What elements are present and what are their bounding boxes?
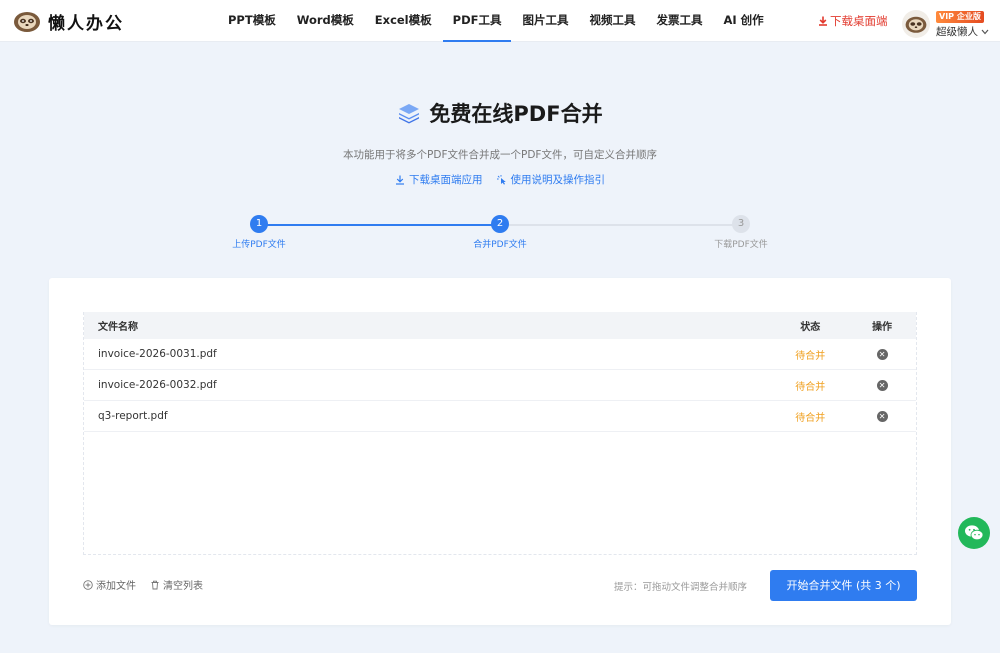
add-file-label: 添加文件 <box>96 581 136 592</box>
top-header: 懒人办公 PPT模板 Word模板 Excel模板 PDF工具 图片工具 视频工… <box>0 0 1000 42</box>
user-name-label: 超级懒人 <box>936 26 978 38</box>
remove-file-icon[interactable]: ✕ <box>876 411 888 422</box>
progress-steps: 1 上传PDF文件 2 合并PDF文件 3 下载PDF文件 <box>0 215 1000 255</box>
file-status: 待合并 <box>795 412 826 424</box>
plus-circle-icon <box>83 579 93 590</box>
table-row[interactable]: invoice-2026-0031.pdf 待合并 ✕ <box>84 339 916 370</box>
nav-excel-templates[interactable]: Excel模板 <box>365 0 442 42</box>
nav-image-tools[interactable]: 图片工具 <box>512 0 578 42</box>
merge-card: 文件名称 状态 操作 invoice-2026-0031.pdf 待合并 ✕ i… <box>49 278 951 625</box>
file-status: 待合并 <box>795 350 826 362</box>
remove-file-icon[interactable]: ✕ <box>876 349 888 360</box>
vip-badge: VIP 企业版 <box>936 11 984 23</box>
download-desktop-label: 下载桌面端 <box>830 14 888 28</box>
logo-text: 懒人办公 <box>48 13 124 34</box>
step-download: 3 下载PDF文件 <box>681 215 801 250</box>
clear-list-button[interactable]: 清空列表 <box>150 577 203 592</box>
wechat-float-button[interactable] <box>958 517 990 549</box>
user-menu[interactable]: VIP 企业版 超级懒人 <box>902 8 989 39</box>
table-tools: 添加文件 清空列表 <box>83 577 203 592</box>
clear-list-label: 清空列表 <box>163 581 203 592</box>
nav-video-tools[interactable]: 视频工具 <box>579 0 645 42</box>
download-icon <box>396 175 404 185</box>
step-merge: 2 合并PDF文件 <box>440 215 560 250</box>
pointer-click-icon <box>496 174 506 185</box>
step-label: 上传PDF文件 <box>232 240 286 250</box>
nav-invoice-tools[interactable]: 发票工具 <box>646 0 712 42</box>
nav-word-templates[interactable]: Word模板 <box>287 0 364 42</box>
step-upload: 1 上传PDF文件 <box>199 215 319 250</box>
header-action: 操作 <box>872 322 893 333</box>
step-number: 2 <box>491 215 509 233</box>
page-title: 免费在线PDF合并 <box>429 102 603 126</box>
usage-guide-link[interactable]: 使用说明及操作指引 <box>496 172 606 187</box>
nav-ppt-templates[interactable]: PPT模板 <box>218 0 286 42</box>
wechat-icon <box>965 525 984 541</box>
sloth-avatar-icon <box>905 16 927 33</box>
page-title-row: 免费在线PDF合并 <box>0 98 1000 128</box>
table-header: 文件名称 状态 操作 <box>84 312 916 339</box>
table-row[interactable]: invoice-2026-0032.pdf 待合并 ✕ <box>84 370 916 401</box>
nav-pdf-tools[interactable]: PDF工具 <box>442 0 512 42</box>
download-icon <box>819 16 827 26</box>
nav-ai-create[interactable]: AI 创作 <box>713 0 773 42</box>
sloth-logo-icon <box>14 12 40 32</box>
avatar[interactable] <box>902 9 930 38</box>
header-file-name: 文件名称 <box>98 322 138 333</box>
add-file-button[interactable]: 添加文件 <box>83 577 136 592</box>
trash-icon <box>151 580 159 589</box>
file-name: invoice-2026-0031.pdf <box>98 348 217 360</box>
step-label: 下载PDF文件 <box>714 240 768 250</box>
drag-hint: 提示：可拖动文件调整合并顺序 <box>614 582 748 593</box>
download-app-label: 下载桌面端应用 <box>409 174 483 186</box>
download-app-link[interactable]: 下载桌面端应用 <box>395 172 483 187</box>
remove-file-icon[interactable]: ✕ <box>876 380 888 391</box>
step-label: 合并PDF文件 <box>473 240 527 250</box>
header-status: 状态 <box>800 322 821 333</box>
file-name: q3-report.pdf <box>98 410 168 422</box>
step-number: 3 <box>732 215 750 233</box>
helper-links: 下载桌面端应用 使用说明及操作指引 <box>0 172 1000 187</box>
user-meta: VIP 企业版 超级懒人 <box>936 8 989 39</box>
site-logo[interactable]: 懒人办公 <box>12 8 124 34</box>
page-subtitle: 本功能用于将多个PDF文件合并成一个PDF文件，可自定义合并顺序 <box>343 149 657 161</box>
file-table: 文件名称 状态 操作 invoice-2026-0031.pdf 待合并 ✕ i… <box>83 312 917 555</box>
layers-icon <box>399 104 420 124</box>
table-row[interactable]: q3-report.pdf 待合并 ✕ <box>84 401 916 432</box>
main-nav: PPT模板 Word模板 Excel模板 PDF工具 图片工具 视频工具 发票工… <box>218 0 775 42</box>
step-number: 1 <box>250 215 268 233</box>
file-name: invoice-2026-0032.pdf <box>98 379 217 391</box>
user-name[interactable]: 超级懒人 <box>936 24 989 39</box>
download-desktop-link[interactable]: 下载桌面端 <box>818 13 888 29</box>
file-status: 待合并 <box>795 381 826 393</box>
start-merge-button[interactable]: 开始合并文件 (共 3 个) <box>770 570 917 601</box>
usage-guide-label: 使用说明及操作指引 <box>510 174 606 186</box>
chevron-down-icon <box>981 29 989 35</box>
